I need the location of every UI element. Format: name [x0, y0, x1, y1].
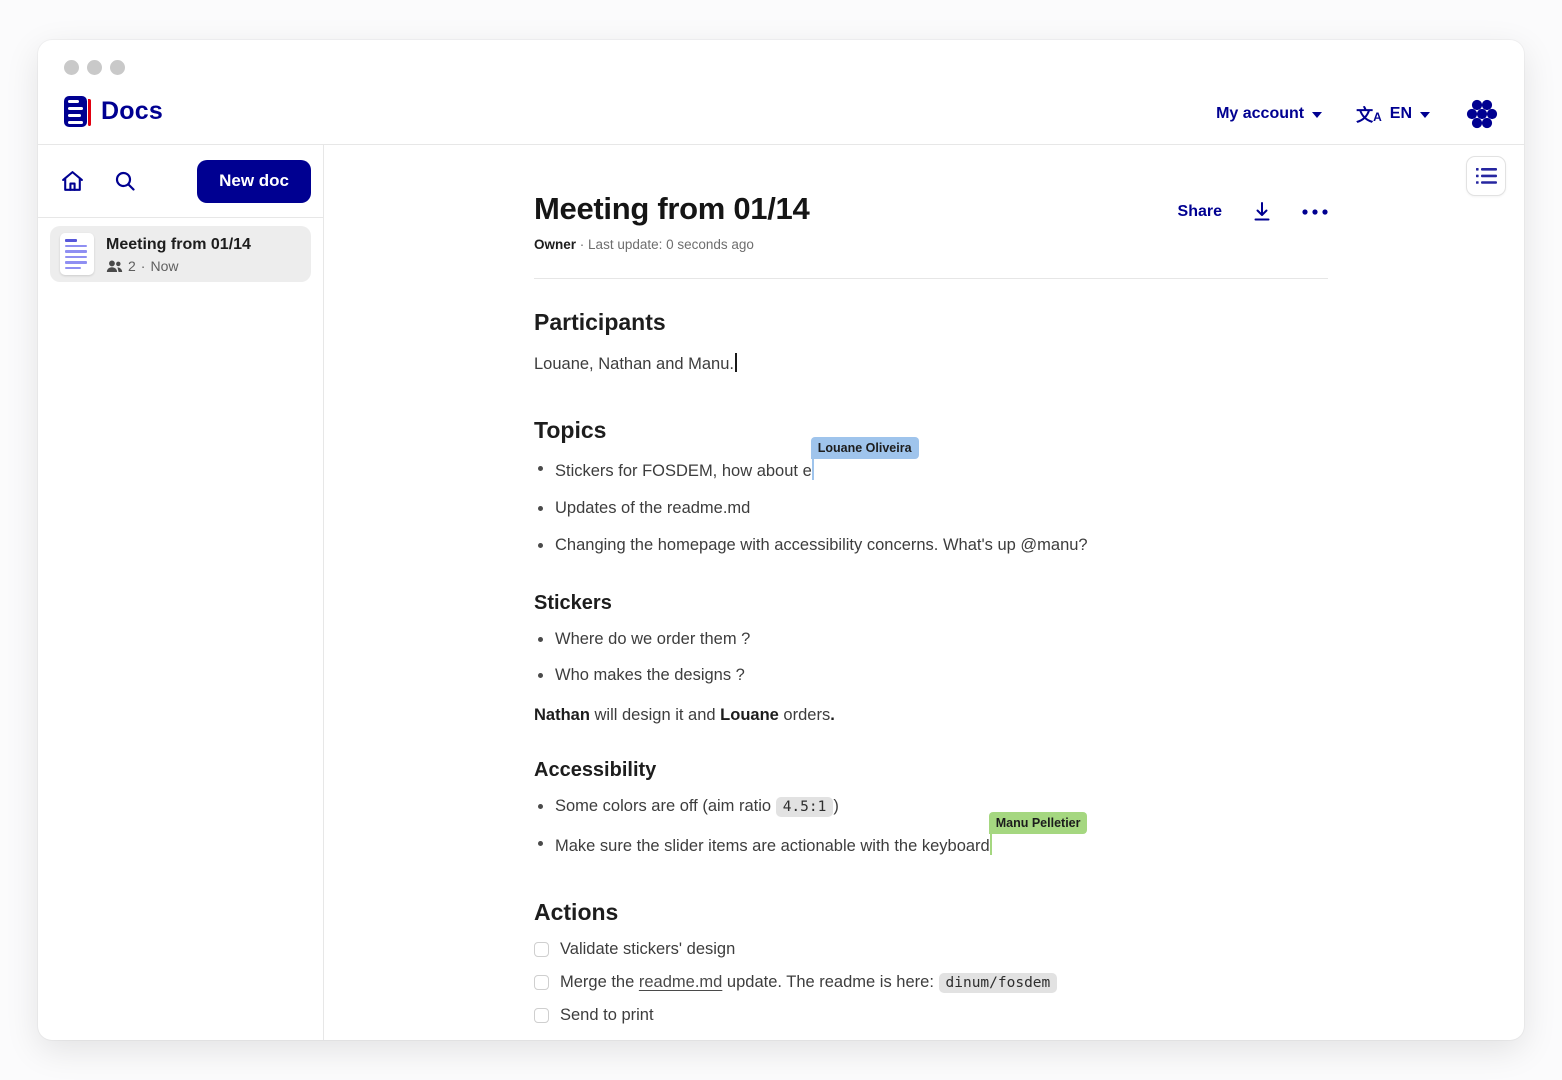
document-icon	[60, 233, 94, 275]
language-selector[interactable]: 文A EN	[1356, 101, 1430, 126]
heading-accessibility: Accessibility	[534, 759, 1328, 782]
task-label[interactable]: Validate stickers' design	[560, 940, 735, 959]
list-item[interactable]: Some colors are off (aim ratio 4.5:1)	[534, 795, 1328, 819]
page-title: Meeting from 01/14	[534, 191, 809, 227]
app-header: Docs My account 文A EN	[38, 40, 1524, 145]
ellipsis-icon	[1302, 209, 1328, 215]
task-item: Merge the readme.md update. The readme i…	[534, 973, 1328, 992]
chevron-down-icon	[1312, 112, 1322, 118]
title-divider	[534, 278, 1328, 279]
translate-icon: 文A	[1356, 101, 1382, 126]
heading-participants: Participants	[534, 309, 1328, 336]
task-item: Validate stickers' design	[534, 940, 1328, 959]
chevron-down-icon	[1420, 112, 1430, 118]
document-item-meta: 2 · Now	[106, 258, 251, 274]
topics-list: Stickers for FOSDEM, how about eLouane O…	[534, 457, 1328, 558]
document-list-item[interactable]: Meeting from 01/14 2 · Now	[50, 226, 311, 282]
list-item[interactable]: Where do we order them ?	[534, 628, 1328, 652]
document-actions: Share	[1178, 201, 1328, 227]
list-item[interactable]: Changing the homepage with accessibility…	[534, 534, 1328, 558]
remote-cursor-label: Manu Pelletier	[989, 812, 1088, 834]
document-item-title: Meeting from 01/14	[106, 236, 251, 253]
inline-code: 4.5:1	[776, 797, 834, 817]
document-area: Meeting from 01/14 Share	[324, 145, 1524, 1040]
home-button[interactable]	[60, 169, 85, 194]
owner-badge: Owner	[534, 237, 576, 252]
home-icon	[60, 169, 85, 194]
app-logo[interactable]: Docs	[64, 96, 163, 127]
task-checkbox[interactable]	[534, 975, 549, 990]
accessibility-list: Some colors are off (aim ratio 4.5:1) Ma…	[534, 795, 1328, 859]
share-button[interactable]: Share	[1178, 203, 1222, 221]
list-item[interactable]: Stickers for FOSDEM, how about eLouane O…	[534, 457, 1328, 484]
window-controls	[64, 60, 125, 75]
task-checkbox[interactable]	[534, 942, 549, 957]
document-meta: Owner · Last update: 0 seconds ago	[534, 237, 1328, 252]
window-dot[interactable]	[64, 60, 79, 75]
search-icon	[113, 169, 137, 193]
my-account-label: My account	[1216, 105, 1304, 123]
inline-code: dinum/fosdem	[939, 973, 1058, 993]
list-item[interactable]: Who makes the designs ?	[534, 664, 1328, 688]
participants-text[interactable]: Louane, Nathan and Manu.	[534, 352, 1328, 377]
document-canvas: Meeting from 01/14 Share	[324, 191, 1328, 1040]
task-label[interactable]: Merge the readme.md update. The readme i…	[560, 973, 1057, 992]
last-update-text: Last update: 0 seconds ago	[588, 237, 754, 252]
download-button[interactable]	[1252, 201, 1272, 223]
sidebar-toolbar: New doc	[38, 145, 323, 218]
heading-actions: Actions	[534, 899, 1328, 926]
sidebar: New doc Meeting from 01/14 2	[38, 145, 324, 1040]
list-item[interactable]: Make sure the slider items are actionabl…	[534, 832, 1328, 859]
task-label[interactable]: Send to print	[560, 1006, 654, 1025]
window-dot[interactable]	[87, 60, 102, 75]
people-icon	[106, 259, 123, 273]
readme-link[interactable]: readme.md	[639, 973, 722, 991]
docs-logo-icon	[64, 96, 91, 127]
stickers-note[interactable]: Nathan will design it and Louane orders.	[534, 706, 1328, 725]
app-window: Docs My account 文A EN	[38, 40, 1524, 1040]
actions-checklist: Validate stickers' design Merge the read…	[534, 940, 1328, 1025]
list-icon	[1476, 167, 1497, 185]
remote-cursor-label: Louane Oliveira	[811, 437, 919, 459]
new-doc-button[interactable]: New doc	[197, 160, 311, 203]
task-checkbox[interactable]	[534, 1008, 549, 1023]
search-button[interactable]	[113, 169, 137, 193]
services-grid-button[interactable]	[1464, 97, 1500, 131]
remote-cursor-louane: Louane Oliveira	[812, 457, 815, 480]
language-label: EN	[1390, 105, 1412, 123]
list-item[interactable]: Updates of the readme.md	[534, 497, 1328, 521]
download-icon	[1252, 201, 1272, 223]
text-cursor	[735, 353, 737, 372]
table-of-contents-button[interactable]	[1466, 156, 1506, 196]
window-dot[interactable]	[110, 60, 125, 75]
document-list: Meeting from 01/14 2 · Now	[38, 218, 323, 290]
heading-stickers: Stickers	[534, 592, 1328, 615]
my-account-menu[interactable]: My account	[1216, 105, 1322, 123]
more-options-button[interactable]	[1302, 209, 1328, 215]
app-name: Docs	[101, 97, 163, 126]
task-item: Send to print	[534, 1006, 1328, 1025]
remote-cursor-manu: Manu Pelletier	[990, 832, 993, 855]
heading-topics: Topics	[534, 417, 1328, 444]
gaufre-icon	[1464, 97, 1500, 131]
stickers-list: Where do we order them ? Who makes the d…	[534, 628, 1328, 689]
